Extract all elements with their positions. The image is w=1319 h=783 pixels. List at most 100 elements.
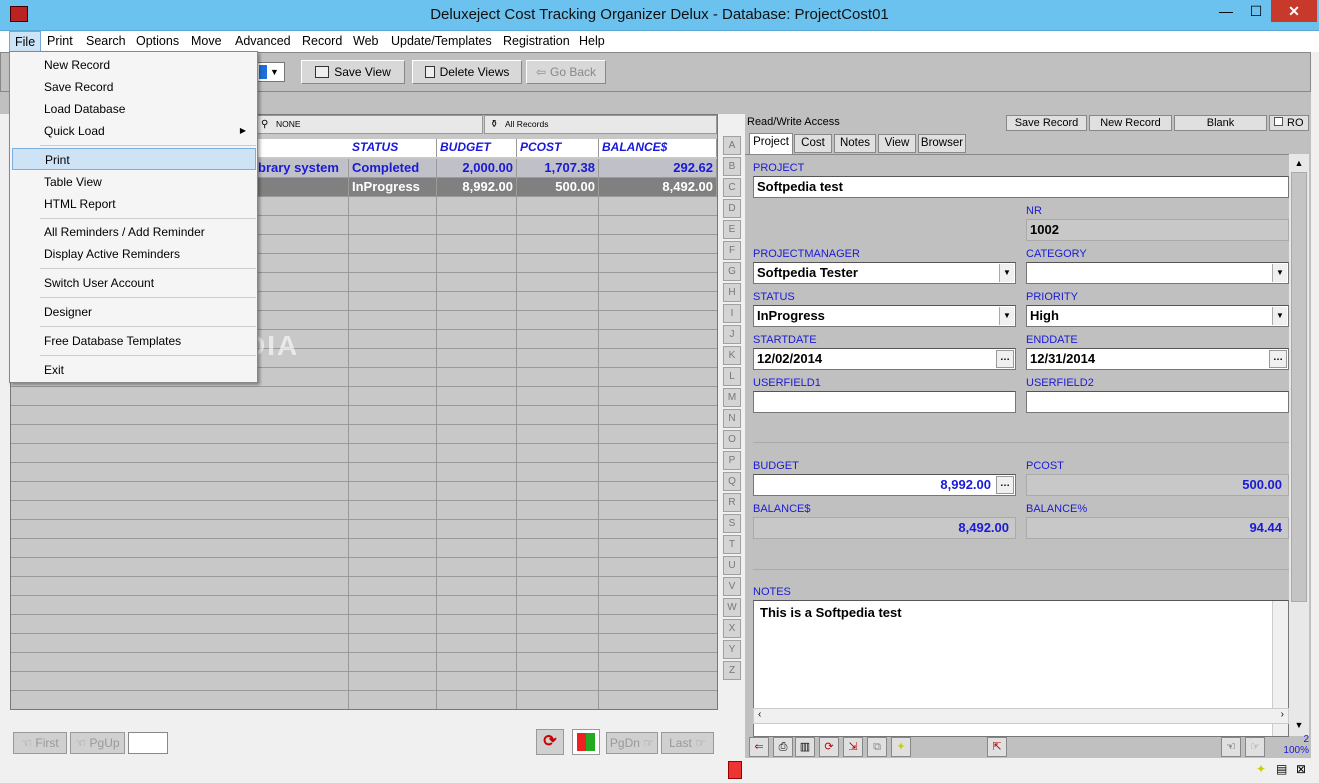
menu-item-display-reminders[interactable]: Display Active Reminders — [12, 243, 256, 265]
menu-web[interactable]: Web — [348, 31, 383, 52]
letter-z-button[interactable]: Z — [723, 661, 741, 680]
letter-a-button[interactable]: A — [723, 136, 741, 155]
letter-x-button[interactable]: X — [723, 619, 741, 638]
lightbulb-icon[interactable]: ✦ — [891, 737, 911, 757]
menu-print[interactable]: Print — [42, 31, 78, 52]
startdate-field[interactable]: 12/02/2014… — [753, 348, 1016, 370]
lightbulb-icon[interactable]: ✦ — [1256, 762, 1270, 778]
letter-k-button[interactable]: K — [723, 346, 741, 365]
letter-r-button[interactable]: R — [723, 493, 741, 512]
letter-m-button[interactable]: M — [723, 388, 741, 407]
letter-e-button[interactable]: E — [723, 220, 741, 239]
tab-notes[interactable]: Notes — [834, 134, 876, 153]
menu-item-html-report[interactable]: HTML Report — [12, 193, 256, 215]
ro-checkbox[interactable]: RO — [1269, 115, 1309, 131]
menu-file[interactable]: File — [9, 31, 42, 52]
chevron-down-icon[interactable]: ▼ — [1272, 307, 1287, 325]
pgup-button[interactable]: ☜ PgUp — [70, 732, 125, 754]
col-pcost[interactable]: PCOST — [517, 139, 599, 157]
letter-y-button[interactable]: Y — [723, 640, 741, 659]
close-button[interactable]: ✕ — [1271, 0, 1317, 22]
userfield2-field[interactable] — [1026, 391, 1289, 413]
letter-f-button[interactable]: F — [723, 241, 741, 260]
docs-icon[interactable]: ▤ — [1276, 762, 1290, 778]
scroll-right-icon[interactable]: › — [1281, 709, 1284, 720]
menu-item-switch-user[interactable]: Switch User Account — [12, 272, 256, 294]
menu-item-new-record[interactable]: New Record — [12, 54, 256, 76]
pm-select[interactable]: Softpedia Tester ▼ — [753, 262, 1016, 284]
save-view-button[interactable]: Save View — [301, 60, 405, 84]
menu-item-designer[interactable]: Designer — [12, 301, 256, 323]
col-budget[interactable]: BUDGET — [437, 139, 517, 157]
tab-view[interactable]: View — [878, 134, 916, 153]
pgdn-button[interactable]: PgDn ☞ — [606, 732, 658, 754]
tab-cost[interactable]: Cost — [794, 134, 832, 153]
letter-p-button[interactable]: P — [723, 451, 741, 470]
last-button[interactable]: Last ☞ — [661, 732, 714, 754]
letter-d-button[interactable]: D — [723, 199, 741, 218]
calculator-icon[interactable]: … — [996, 476, 1014, 494]
letter-u-button[interactable]: U — [723, 556, 741, 575]
letter-l-button[interactable]: L — [723, 367, 741, 386]
next-record-icon[interactable]: ☞ — [1245, 737, 1265, 757]
tab-project[interactable]: Project — [749, 133, 793, 154]
back-arrow-icon[interactable]: ⇐ — [749, 737, 769, 757]
scroll-left-icon[interactable]: ‹ — [758, 709, 761, 720]
view-select[interactable]: ▼ — [257, 62, 285, 82]
print-icon[interactable]: ⎙ — [773, 737, 793, 757]
down-arrow-icon[interactable] — [728, 761, 742, 779]
enddate-field[interactable]: 12/31/2014… — [1026, 348, 1289, 370]
letter-o-button[interactable]: O — [723, 430, 741, 449]
grid-view-button[interactable] — [572, 729, 600, 755]
letter-c-button[interactable]: C — [723, 178, 741, 197]
delete-views-button[interactable]: Delete Views — [412, 60, 522, 84]
menu-item-all-reminders[interactable]: All Reminders / Add Reminder — [12, 221, 256, 243]
export-icon[interactable]: ⇲ — [843, 737, 863, 757]
chevron-down-icon[interactable]: ▼ — [999, 264, 1014, 282]
refresh-icon[interactable]: ⟳ — [819, 737, 839, 757]
menu-item-print[interactable]: Print — [12, 148, 256, 170]
menu-record[interactable]: Record — [297, 31, 347, 52]
chevron-down-icon[interactable]: ▼ — [1272, 264, 1287, 282]
date-picker-icon[interactable]: … — [1269, 350, 1287, 368]
save-record-button[interactable]: Save Record — [1006, 115, 1087, 131]
new-record-button[interactable]: New Record — [1089, 115, 1172, 131]
date-picker-icon[interactable]: … — [996, 350, 1014, 368]
col-balance[interactable]: BALANCE$ — [599, 139, 717, 157]
first-button[interactable]: ☜ First — [13, 732, 67, 754]
prev-record-icon[interactable]: ☜ — [1221, 737, 1241, 757]
scroll-thumb[interactable] — [1291, 172, 1307, 602]
menu-item-exit[interactable]: Exit — [12, 359, 256, 381]
letter-i-button[interactable]: I — [723, 304, 741, 323]
menu-move[interactable]: Move — [186, 31, 227, 52]
refresh-button[interactable]: ⟳ — [536, 729, 564, 755]
userfield1-field[interactable] — [753, 391, 1016, 413]
menu-registration[interactable]: Registration — [498, 31, 575, 52]
page-input[interactable] — [128, 732, 168, 754]
menu-update-templates[interactable]: Update/Templates — [386, 31, 497, 52]
letter-w-button[interactable]: W — [723, 598, 741, 617]
priority-select[interactable]: High ▼ — [1026, 305, 1289, 327]
menu-search[interactable]: Search — [81, 31, 131, 52]
letter-h-button[interactable]: H — [723, 283, 741, 302]
letter-n-button[interactable]: N — [723, 409, 741, 428]
scroll-up-icon[interactable]: ▲ — [1289, 154, 1309, 172]
letter-s-button[interactable]: S — [723, 514, 741, 533]
menu-item-free-templates[interactable]: Free Database Templates — [12, 330, 256, 352]
filter-none[interactable]: ⚲ NONE — [255, 115, 483, 134]
menu-options[interactable]: Options — [131, 31, 184, 52]
copy-icon[interactable]: ⧉ — [867, 737, 887, 757]
menu-item-quick-load[interactable]: Quick Load ▶ — [12, 120, 256, 142]
menu-help[interactable]: Help — [574, 31, 610, 52]
tab-browser[interactable]: Browser — [918, 134, 966, 153]
menu-item-table-view[interactable]: Table View — [12, 171, 256, 193]
minimize-button[interactable]: — — [1211, 0, 1241, 22]
trash-icon[interactable]: ▥ — [795, 737, 815, 757]
form-scrollbar[interactable]: ▲ ▼ — [1289, 154, 1309, 736]
project-field[interactable]: Softpedia test — [753, 176, 1289, 198]
chevron-down-icon[interactable]: ▼ — [999, 307, 1014, 325]
horizontal-scrollbar[interactable]: ‹ › — [753, 708, 1289, 724]
menu-advanced[interactable]: Advanced — [230, 31, 296, 52]
category-select[interactable]: ▼ — [1026, 262, 1289, 284]
lock-icon[interactable]: ⊠ — [1296, 762, 1310, 778]
